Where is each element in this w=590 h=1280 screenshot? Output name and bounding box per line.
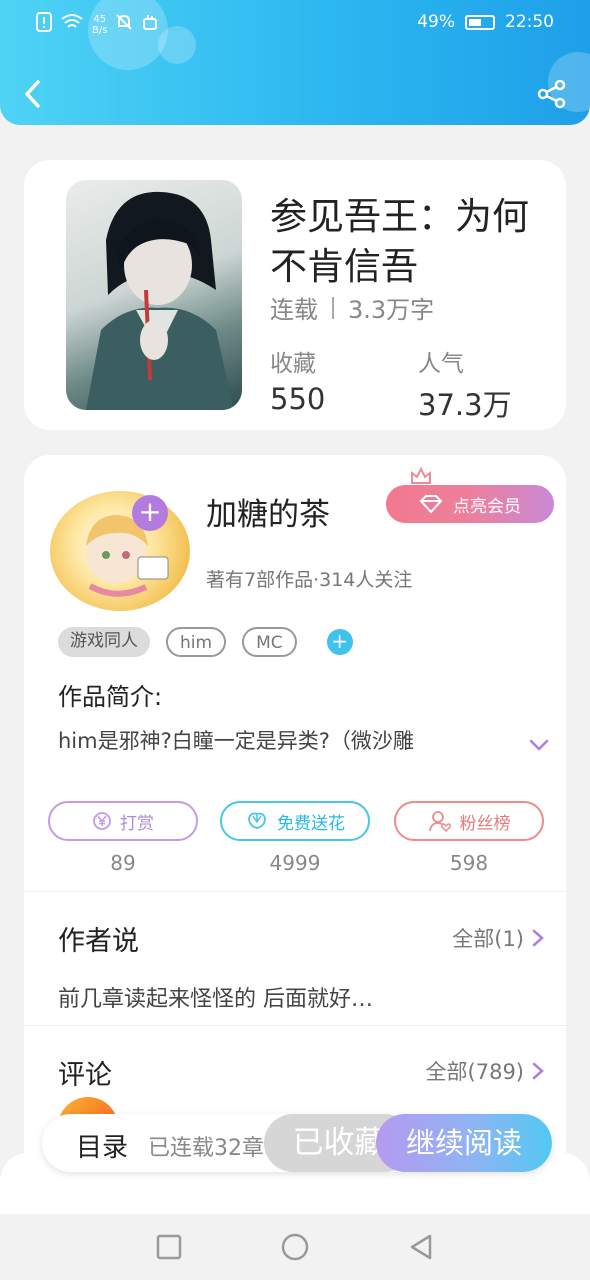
yen-coin-icon bbox=[93, 812, 111, 830]
user-heart-icon bbox=[428, 811, 451, 832]
toc-button[interactable]: 目录 bbox=[76, 1127, 128, 1164]
author-stats: 著有7部作品·314人关注 bbox=[206, 569, 413, 591]
bottom-action-bar: 目录 已连载32章 已收藏 继续阅读 bbox=[42, 1114, 552, 1172]
chevron-down-icon[interactable] bbox=[528, 737, 550, 753]
hand-icon bbox=[141, 13, 159, 36]
comments-more-label: 全部(789) bbox=[425, 1060, 524, 1084]
book-cover[interactable] bbox=[66, 180, 242, 410]
fan-ranking-button[interactable]: 粉丝榜 bbox=[394, 801, 544, 841]
tag-chip[interactable]: him bbox=[166, 627, 227, 657]
share-icon bbox=[537, 79, 566, 109]
chevron-right-icon bbox=[532, 929, 544, 947]
chevron-left-icon bbox=[25, 80, 40, 108]
book-meta: 连载 3.3万字 bbox=[270, 290, 434, 325]
send-flower-label: 免费送花 bbox=[277, 813, 345, 834]
member-button[interactable]: 点亮会员 bbox=[386, 485, 554, 523]
author-name[interactable]: 加糖的茶 bbox=[206, 489, 330, 534]
comments-more-link[interactable]: 全部(789) bbox=[426, 1056, 544, 1086]
section-divider bbox=[24, 891, 566, 892]
home-icon[interactable] bbox=[280, 1232, 310, 1262]
intro-text: him是邪神?白瞳一定是异类?（微沙雕 bbox=[58, 729, 414, 753]
book-info-card: 参见吾王：为何不肯信吾 连载 3.3万字 收藏 550 人气 37.3万 bbox=[24, 160, 566, 430]
back-button[interactable] bbox=[20, 76, 48, 112]
status-bar: 45 B/s 49% 22:50 bbox=[0, 10, 590, 40]
tip-count: 89 bbox=[110, 851, 136, 875]
follow-author-button[interactable]: + bbox=[132, 495, 168, 531]
author-avatar[interactable] bbox=[50, 491, 190, 611]
tip-button[interactable]: 打赏 bbox=[48, 801, 198, 841]
book-title: 参见吾王：为何不肯信吾 bbox=[270, 195, 529, 288]
book-status: 连载 bbox=[270, 296, 318, 324]
net-speed: 45 B/s bbox=[92, 14, 107, 36]
mute-icon bbox=[115, 13, 133, 36]
popularity-label: 人气 bbox=[418, 351, 464, 377]
comments-title: 评论 bbox=[58, 1060, 112, 1091]
diamond-icon bbox=[419, 495, 443, 514]
author-says-more-link[interactable]: 全部(1) bbox=[452, 923, 544, 953]
fan-ranking-label: 粉丝榜 bbox=[459, 813, 511, 834]
tag-list: 游戏同人 him MC + bbox=[58, 627, 353, 657]
battery-percent: 49% bbox=[417, 12, 455, 32]
author-says-title: 作者说 bbox=[58, 926, 139, 957]
meta-divider bbox=[332, 296, 334, 319]
clock: 22:50 bbox=[505, 12, 554, 32]
crown-icon bbox=[411, 467, 431, 484]
favorites-label: 收藏 bbox=[270, 351, 316, 377]
word-count: 3.3万字 bbox=[348, 296, 435, 324]
net-speed-unit: B/s bbox=[92, 24, 108, 36]
favorites-value: 550 bbox=[270, 382, 326, 416]
member-button-label: 点亮会员 bbox=[453, 496, 521, 517]
section-divider bbox=[24, 1025, 566, 1026]
author-says-text[interactable]: 前几章读起来怪怪的 后面就好… bbox=[58, 981, 373, 1013]
author-says-more-label: 全部(1) bbox=[452, 927, 524, 951]
fan-count: 598 bbox=[449, 851, 489, 875]
flower-count: 4999 bbox=[269, 851, 321, 875]
tag-chip[interactable]: 游戏同人 bbox=[58, 627, 150, 657]
send-flower-button[interactable]: 免费送花 bbox=[220, 801, 370, 841]
alert-icon bbox=[36, 12, 52, 37]
share-button[interactable] bbox=[536, 78, 568, 110]
cover-illustration bbox=[86, 191, 234, 410]
avatar-illustration bbox=[86, 515, 169, 597]
chapter-count[interactable]: 已连载32章 bbox=[148, 1130, 264, 1162]
continue-reading-button[interactable]: 继续阅读 bbox=[376, 1114, 552, 1172]
system-nav-bar bbox=[0, 1214, 590, 1280]
flower-icon bbox=[248, 812, 266, 829]
wifi-icon bbox=[60, 13, 84, 36]
tip-label: 打赏 bbox=[120, 813, 154, 834]
chevron-right-icon bbox=[532, 1062, 544, 1080]
intro-title: 作品简介: bbox=[58, 683, 163, 711]
recent-apps-icon[interactable] bbox=[154, 1232, 184, 1262]
net-speed-value: 45 bbox=[93, 13, 107, 25]
back-triangle-icon[interactable] bbox=[406, 1232, 436, 1262]
add-tag-button[interactable]: + bbox=[326, 629, 353, 655]
author-card: + 加糖的茶 点亮会员 著有7部作品·314人关注 游戏同人 him MC + … bbox=[24, 455, 566, 1215]
battery-icon bbox=[465, 14, 495, 30]
popularity-value: 37.3万 bbox=[418, 388, 512, 422]
tag-chip[interactable]: MC bbox=[242, 627, 297, 657]
top-header: 45 B/s 49% 22:50 bbox=[0, 0, 590, 125]
